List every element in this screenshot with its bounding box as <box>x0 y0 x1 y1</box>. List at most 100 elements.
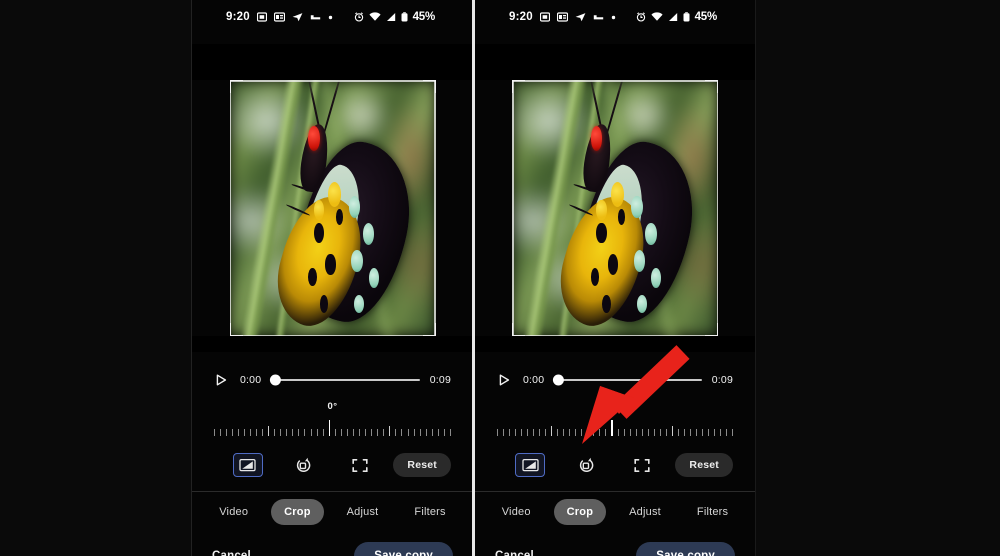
crop-tools-row-right[interactable]: Reset <box>475 450 755 480</box>
yellow-spot <box>313 200 325 221</box>
battery-percent: 45% <box>694 11 718 23</box>
panel-divider <box>472 0 475 556</box>
tab-adjust[interactable]: Adjust <box>334 499 392 525</box>
dot-icon <box>328 15 333 20</box>
right-background-gutter <box>756 0 1000 556</box>
butterfly-subject <box>265 80 424 335</box>
tab-crop[interactable]: Crop <box>271 499 324 525</box>
play-icon[interactable] <box>497 373 511 387</box>
gallery-icon <box>556 12 568 22</box>
teal-spot <box>645 222 657 246</box>
action-bar-right[interactable]: Cancel Save copy <box>475 532 755 556</box>
battery-icon <box>401 12 408 22</box>
rotate-icon[interactable] <box>289 453 319 477</box>
send-icon <box>292 12 303 22</box>
teal-spot <box>354 294 365 313</box>
dial-ticks[interactable] <box>497 420 733 436</box>
screenshot-icon <box>256 12 267 22</box>
wing-spot <box>308 267 317 286</box>
screenshot-stage: 9:20 45% 0:00 0:09 0° Reset Video Crop A… <box>0 0 1000 556</box>
dim-band-top <box>192 44 473 80</box>
reset-button[interactable]: Reset <box>393 453 452 477</box>
butterfly-photo[interactable] <box>512 80 718 336</box>
status-bar: 9:20 45% <box>475 0 755 34</box>
rotation-dial-left[interactable]: 0° <box>192 401 473 444</box>
cancel-button[interactable]: Cancel <box>495 550 534 556</box>
action-bar-left[interactable]: Cancel Save copy <box>192 532 473 556</box>
scrubber-knob[interactable] <box>270 374 282 386</box>
status-bar-left-group: 9:20 <box>509 11 616 23</box>
video-scrubber-left[interactable]: 0:00 0:09 <box>192 366 473 394</box>
wifi-icon <box>368 12 381 22</box>
cancel-button[interactable]: Cancel <box>212 550 251 556</box>
teal-spot <box>348 195 361 219</box>
scrubber-knob[interactable] <box>553 374 565 386</box>
send-icon <box>575 12 586 22</box>
wing-spot <box>596 222 607 243</box>
reset-button[interactable]: Reset <box>675 453 734 477</box>
right-panel-edge <box>755 0 756 556</box>
yellow-spot <box>328 182 342 207</box>
butterfly-subject <box>548 80 707 335</box>
tab-filters[interactable]: Filters <box>684 499 741 525</box>
wifi-icon <box>650 12 663 22</box>
dial-ticks[interactable] <box>214 420 451 436</box>
tab-video[interactable]: Video <box>206 499 261 525</box>
tab-video[interactable]: Video <box>489 499 544 525</box>
yellow-spot <box>596 200 607 221</box>
play-icon[interactable] <box>214 373 228 387</box>
aspect-ratio-icon[interactable] <box>515 453 546 477</box>
current-time: 0:00 <box>523 374 545 386</box>
capture-icon <box>310 13 321 21</box>
tab-filters[interactable]: Filters <box>401 499 458 525</box>
left-background-gutter <box>0 0 191 556</box>
editor-tabs-left[interactable]: Video Crop Adjust Filters <box>192 492 473 532</box>
signal-icon <box>386 12 396 22</box>
rotate-icon[interactable] <box>571 453 601 477</box>
crop-tools-row-left[interactable]: Reset <box>192 450 473 480</box>
rotation-dial-right[interactable]: 0° <box>475 401 755 444</box>
phone-screenshot-left: 9:20 45% 0:00 0:09 0° Reset Video Crop A… <box>192 0 473 556</box>
wing-spot <box>590 267 600 286</box>
status-time: 9:20 <box>226 11 250 23</box>
wing-spot <box>319 294 329 313</box>
alarm-icon <box>636 12 646 22</box>
total-time: 0:09 <box>711 374 733 386</box>
status-bar: 9:20 45% <box>192 0 473 34</box>
gallery-icon <box>273 12 285 22</box>
status-time: 9:20 <box>509 11 533 23</box>
signal-icon <box>668 12 678 22</box>
red-head <box>308 125 320 151</box>
expand-icon[interactable] <box>627 453 657 477</box>
expand-icon[interactable] <box>345 453 375 477</box>
crop-preview-area-left[interactable] <box>192 34 473 352</box>
phone-screenshot-right: 9:20 45% 0:00 0:09 0° Reset Video Crop A… <box>475 0 755 556</box>
dim-band-bottom <box>475 336 755 352</box>
save-copy-button[interactable]: Save copy <box>636 542 735 556</box>
alarm-icon <box>354 12 364 22</box>
scrubber-track[interactable] <box>553 374 702 386</box>
dot-icon <box>611 15 616 20</box>
butterfly-photo[interactable] <box>229 80 436 336</box>
teal-spot <box>362 222 375 246</box>
wing-spot <box>602 294 611 313</box>
save-copy-button[interactable]: Save copy <box>354 542 453 556</box>
battery-percent: 45% <box>412 11 436 23</box>
wing-spot <box>325 254 336 275</box>
screenshot-icon <box>539 12 550 22</box>
scrubber-track[interactable] <box>270 374 420 386</box>
aspect-ratio-icon[interactable] <box>232 453 263 477</box>
wing-spot <box>313 222 325 243</box>
status-bar-left-group: 9:20 <box>226 11 333 23</box>
editor-tabs-right[interactable]: Video Crop Adjust Filters <box>475 492 755 532</box>
wing-spot <box>607 254 619 275</box>
tab-crop[interactable]: Crop <box>553 499 607 525</box>
yellow-spot <box>610 182 624 207</box>
tab-adjust[interactable]: Adjust <box>616 499 674 525</box>
dim-band-top <box>475 44 755 80</box>
total-time: 0:09 <box>429 374 451 386</box>
rotation-value: 0° <box>610 401 620 412</box>
teal-spot <box>631 195 643 219</box>
crop-preview-area-right[interactable] <box>475 34 755 352</box>
video-scrubber-right[interactable]: 0:00 0:09 <box>475 366 755 394</box>
